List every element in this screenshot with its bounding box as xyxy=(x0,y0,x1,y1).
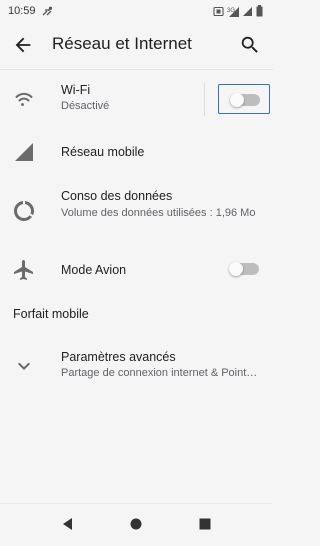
search-icon[interactable] xyxy=(239,34,261,56)
wifi-icon xyxy=(15,92,33,107)
data-usage-title: Conso des données xyxy=(61,189,173,203)
data-usage-summary: Volume des données utilisées : 1,96 Mo xyxy=(61,207,256,219)
battery-icon xyxy=(256,5,263,17)
data-4g-icon: 3G xyxy=(227,6,239,17)
advanced-settings-title: Paramètres avancés xyxy=(61,350,176,364)
wifi-title: Wi-Fi xyxy=(61,83,91,97)
advanced-settings-row[interactable]: Paramètres avancés Partage de connexion … xyxy=(0,342,273,390)
system-nav-bar xyxy=(0,503,273,546)
status-bar: 10:59 3G xyxy=(0,0,273,22)
mobile-network-title: Réseau mobile xyxy=(61,145,145,159)
wifi-status: Désactivé xyxy=(61,100,110,112)
signal-icon xyxy=(243,6,252,16)
airplane-mode-row[interactable]: Mode Avion xyxy=(0,250,273,290)
notification-icon xyxy=(42,6,52,15)
nav-recents-icon[interactable] xyxy=(197,516,213,532)
mobile-network-row[interactable]: Réseau mobile xyxy=(0,130,273,174)
divider xyxy=(204,82,205,116)
airplane-icon xyxy=(14,260,33,280)
data-usage-row[interactable]: Conso des données Volume des données uti… xyxy=(0,180,273,242)
chevron-down-icon xyxy=(18,362,30,370)
page-title: Réseau et Internet xyxy=(52,34,192,53)
advanced-settings-summary: Partage de connexion internet & Point… xyxy=(61,367,258,379)
toggle-thumb xyxy=(229,262,243,276)
divider xyxy=(0,69,273,70)
app-bar: Réseau et Internet xyxy=(0,22,273,68)
arrow-back-icon[interactable] xyxy=(12,34,34,56)
wifi-toggle[interactable] xyxy=(218,84,270,114)
toggle-track xyxy=(230,93,260,107)
section-header-forfait: Forfait mobile xyxy=(13,307,89,321)
airplane-mode-title: Mode Avion xyxy=(61,263,127,277)
data-usage-icon xyxy=(14,201,34,221)
status-time: 10:59 xyxy=(8,5,36,17)
vibrate-icon xyxy=(213,6,224,16)
nav-home-icon[interactable] xyxy=(128,516,144,532)
signal-icon xyxy=(15,143,33,161)
toggle-thumb xyxy=(230,93,244,107)
airplane-mode-toggle[interactable] xyxy=(229,262,259,276)
nav-back-icon[interactable] xyxy=(60,516,76,532)
